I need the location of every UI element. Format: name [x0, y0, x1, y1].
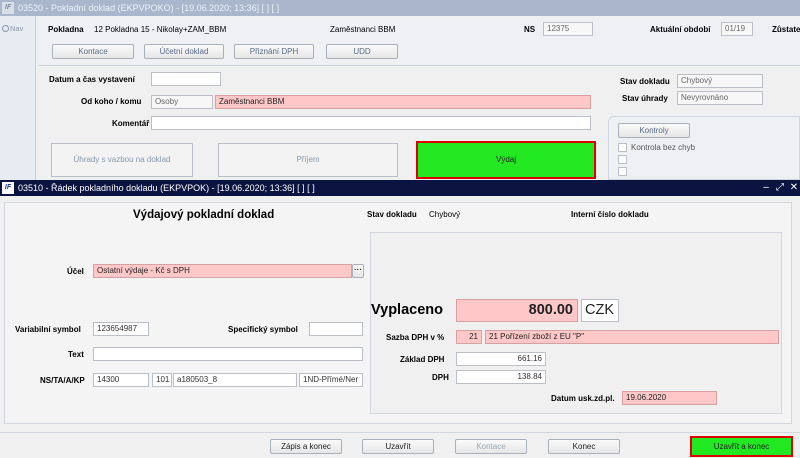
- vyplaceno-field[interactable]: 800.00: [456, 299, 578, 322]
- sazba-dph-label: Sazba DPH v %: [386, 333, 445, 342]
- kontace-button[interactable]: Kontace: [455, 439, 527, 454]
- payment-panel: [370, 232, 782, 414]
- nav-label: Nav: [10, 24, 24, 33]
- zaklad-dph-label: Základ DPH: [400, 355, 445, 364]
- stav-dokladu-label: Stav dokladu: [367, 210, 417, 219]
- bg-stav-dokladu-label: Stav dokladu: [620, 77, 670, 86]
- front-window-titlebar[interactable]: IF 03510 - Řádek pokladního dokladu (EKP…: [0, 180, 800, 196]
- ta-field[interactable]: 101: [152, 373, 172, 387]
- vyplaceno-label: Vyplaceno: [371, 302, 443, 318]
- maximize-icon[interactable]: ⤢: [774, 180, 786, 196]
- a-field[interactable]: a180503_8: [173, 373, 297, 387]
- kontroly-button[interactable]: Kontroly: [618, 123, 690, 138]
- interni-cislo-label: Interní číslo dokladu: [571, 210, 649, 219]
- nav-button[interactable]: Nav: [2, 24, 23, 33]
- app-logo-icon: IF: [2, 182, 14, 194]
- period-label: Aktuální období: [650, 25, 711, 34]
- datum-usk-field[interactable]: 19.06.2020: [622, 391, 717, 405]
- ns-label: NS: [524, 25, 536, 34]
- bg-stav-dokladu-field[interactable]: Chybový: [677, 74, 763, 88]
- od-koho-type-field[interactable]: Osoby: [151, 95, 213, 109]
- background-window-title: 03520 - Pokladní doklad (EKPVPOKO) - [19…: [18, 3, 280, 13]
- datum-vystaveni-field[interactable]: [151, 72, 221, 86]
- kontrola-checkbox-empty[interactable]: [618, 155, 627, 164]
- konec-button[interactable]: Konec: [548, 439, 620, 454]
- pokladna-label: Pokladna: [48, 25, 84, 34]
- kontrola-checkbox[interactable]: [618, 143, 627, 152]
- kontroly-panel: Kontroly Kontrola bez chyb: [608, 116, 800, 180]
- ucel-field[interactable]: Ostatní výdaje - Kč s DPH: [93, 264, 352, 278]
- komentar-field[interactable]: [151, 116, 591, 130]
- dph-field[interactable]: 138.84: [456, 370, 546, 384]
- stav-uhrady-field[interactable]: Nevyrovnáno: [677, 91, 763, 105]
- kontrola-checkbox-empty[interactable]: [618, 167, 627, 176]
- ucel-lookup-button[interactable]: ···: [352, 264, 364, 278]
- variabilni-field[interactable]: 123654987: [93, 322, 149, 336]
- background-window: IF 03520 - Pokladní doklad (EKPVPOKO) - …: [0, 0, 800, 180]
- od-koho-label: Od koho / komu: [81, 97, 142, 106]
- ns-ta-a-kp-label: NS/TA/A/KP: [40, 376, 85, 385]
- currency-field[interactable]: CZK: [581, 299, 619, 322]
- background-header: Pokladna 12 Pokladna 15 - Nikolay+ZAM_BB…: [38, 18, 800, 66]
- uhrady-button[interactable]: Úhrady s vazbou na doklad: [51, 143, 193, 177]
- bottom-toolbar: Zápis a konec Uzavřít Kontace Konec Uzav…: [0, 432, 800, 458]
- sazba-dph-description[interactable]: 21 Pořízení zboží z EU "P": [485, 330, 779, 344]
- komentar-label: Komentář: [112, 119, 150, 128]
- pokladna-name: Zaměstnanci BBM: [330, 25, 396, 34]
- ns-field[interactable]: 12375: [543, 22, 593, 36]
- prijem-button[interactable]: Příjem: [218, 143, 398, 177]
- stav-dokladu-value: Chybový: [429, 210, 461, 219]
- ucel-label: Účel: [67, 267, 84, 276]
- kp-field[interactable]: 1ND-Přímé/Ner: [299, 373, 363, 387]
- tab-kontace[interactable]: Kontace: [52, 44, 134, 59]
- app-logo-icon: IF: [2, 2, 14, 14]
- period-field[interactable]: 01/19: [721, 22, 753, 36]
- specificky-field[interactable]: [309, 322, 363, 336]
- stav-uhrady-label: Stav úhrady: [622, 94, 668, 103]
- tab-priznani-dph[interactable]: Přiznání DPH: [234, 44, 314, 59]
- vydej-button[interactable]: Výdaj: [416, 141, 596, 179]
- background-window-titlebar[interactable]: IF 03520 - Pokladní doklad (EKPVPOKO) - …: [0, 0, 800, 16]
- zustatek-label: Zůstate: [772, 25, 800, 34]
- datum-vystaveni-label: Datum a čas vystavení: [49, 75, 135, 84]
- dph-label: DPH: [432, 373, 449, 382]
- text-label: Text: [68, 350, 84, 359]
- text-field[interactable]: [93, 347, 363, 361]
- zapis-a-konec-button[interactable]: Zápis a konec: [270, 439, 342, 454]
- pokladna-value: 12 Pokladna 15 - Nikolay+ZAM_BBM: [94, 25, 227, 34]
- tab-ucetni-doklad[interactable]: Účetní doklad: [144, 44, 224, 59]
- tab-udd[interactable]: UDD: [326, 44, 398, 59]
- page-heading: Výdajový pokladní doklad: [133, 209, 275, 221]
- specificky-label: Specifický symbol: [228, 325, 298, 334]
- nav-icon: [2, 25, 9, 32]
- uzavrit-button[interactable]: Uzavřít: [362, 439, 434, 454]
- od-koho-field[interactable]: Zaměstnanci BBM: [215, 95, 591, 109]
- navigation-strip: Nav: [0, 16, 36, 180]
- kontrola-item: Kontrola bez chyb: [631, 143, 696, 152]
- front-window-title: 03510 - Řádek pokladního dokladu (EKPVPO…: [18, 183, 315, 193]
- variabilni-label: Variabilní symbol: [15, 325, 81, 334]
- close-icon[interactable]: ✕: [788, 180, 800, 196]
- sazba-dph-field[interactable]: 21: [456, 330, 482, 344]
- uzavrit-a-konec-button[interactable]: Uzavřít a konec: [690, 436, 793, 457]
- datum-usk-label: Datum usk.zd.pl.: [551, 394, 615, 403]
- zaklad-dph-field[interactable]: 661.16: [456, 352, 546, 366]
- front-window: IF 03510 - Řádek pokladního dokladu (EKP…: [0, 180, 800, 458]
- ns-field[interactable]: 14300: [93, 373, 149, 387]
- minimize-icon[interactable]: –: [760, 180, 772, 196]
